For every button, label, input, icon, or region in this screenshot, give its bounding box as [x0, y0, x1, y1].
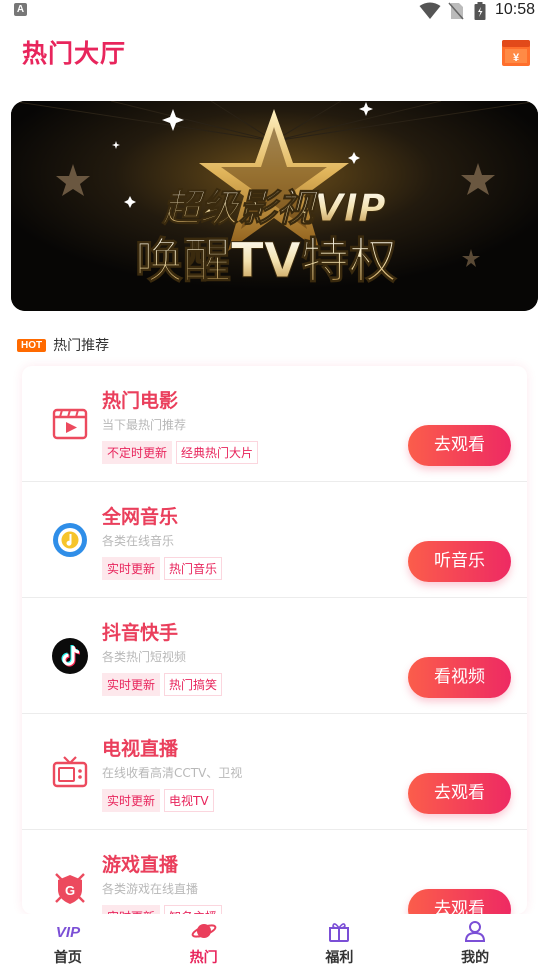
tag: 实时更新 — [102, 673, 161, 696]
tag: 热门搞笑 — [164, 673, 223, 696]
status-bar: A 10:58 — [0, 0, 543, 22]
wifi-icon — [419, 2, 441, 19]
music-icon — [53, 523, 87, 557]
tab-label: 我的 — [461, 950, 490, 966]
item-title: 电视直播 — [102, 738, 179, 760]
tab-label: 首页 — [53, 950, 82, 966]
tag: 不定时更新 — [102, 441, 173, 464]
item-title: 抖音快手 — [102, 622, 179, 644]
list-item[interactable]: 抖音快手 各类热门短视频 实时更新 热门搞笑 看视频 — [22, 598, 527, 714]
item-title: 热门电影 — [102, 390, 179, 412]
banner-line1: 超级影视VIP — [161, 186, 386, 230]
list-item[interactable]: 电视直播 在线收看高清CCTV、卫视 实时更新 电视TV 去观看 — [22, 714, 527, 830]
item-tags: 实时更新 热门音乐 — [102, 557, 226, 580]
list-item[interactable]: G 游戏直播 各类游戏在线直播 实时更新 知名主播 去观看 — [22, 830, 527, 914]
banner-line2: 唤醒TV特权 — [135, 233, 397, 289]
planet-icon — [191, 924, 216, 938]
tag: 热门音乐 — [164, 557, 223, 580]
game-icon: G — [55, 873, 85, 904]
watch-button[interactable]: 去观看 — [408, 773, 511, 814]
movie-icon — [52, 408, 88, 440]
tab-mine[interactable]: 我的 — [407, 914, 543, 968]
vip-icon: VIP — [56, 924, 81, 941]
tag: 实时更新 — [102, 789, 161, 812]
wallet-icon[interactable]: ¥ — [501, 38, 531, 68]
item-tags: 实时更新 热门搞笑 — [102, 673, 226, 696]
vip-banner[interactable]: 超级影视VIP 唤醒TV特权 — [11, 101, 538, 311]
item-description: 在线收看高清CCTV、卫视 — [102, 766, 243, 780]
feature-list: 热门电影 当下最热门推荐 不定时更新 经典热门大片 去观看 全网音乐 各类在线音… — [22, 366, 527, 914]
banner-image: 超级影视VIP 唤醒TV特权 — [11, 101, 538, 311]
tab-home[interactable]: VIP 首页 — [0, 914, 136, 968]
battery-icon — [474, 2, 486, 20]
item-description: 各类在线音乐 — [102, 534, 175, 548]
tab-label: 福利 — [325, 950, 354, 966]
no-sim-icon — [448, 2, 464, 20]
tiktok-icon — [52, 638, 88, 674]
notification-icon: A — [14, 3, 27, 16]
watch-button[interactable]: 去观看 — [408, 425, 511, 466]
list-item[interactable]: 热门电影 当下最热门推荐 不定时更新 经典热门大片 去观看 — [22, 366, 527, 482]
tag: 知名主播 — [164, 905, 223, 914]
tab-label: 热门 — [189, 950, 218, 966]
tag: 经典热门大片 — [176, 441, 259, 464]
app-header: 热门大厅 ¥ — [0, 22, 543, 84]
item-title: 全网音乐 — [102, 506, 179, 528]
item-title: 游戏直播 — [102, 854, 179, 876]
section-title: 热门推荐 — [53, 338, 110, 354]
tag: 实时更新 — [102, 557, 161, 580]
item-description: 当下最热门推荐 — [102, 418, 187, 432]
item-tags: 不定时更新 经典热门大片 — [102, 441, 262, 464]
item-tags: 实时更新 电视TV — [102, 789, 218, 812]
bottom-tab-bar: VIP 首页 热门 福利 我的 — [0, 914, 543, 968]
list-item[interactable]: 全网音乐 各类在线音乐 实时更新 热门音乐 听音乐 — [22, 482, 527, 598]
listen-button[interactable]: 听音乐 — [408, 541, 511, 582]
svg-text:G: G — [65, 883, 75, 898]
tv-icon — [52, 756, 88, 788]
gift-icon — [329, 923, 350, 942]
watch-button[interactable]: 去观看 — [408, 889, 511, 914]
tag: 实时更新 — [102, 905, 161, 914]
item-tags: 实时更新 知名主播 — [102, 905, 226, 914]
hot-badge: HOT — [17, 338, 47, 352]
page-title: 热门大厅 — [22, 39, 127, 68]
item-description: 各类热门短视频 — [102, 650, 187, 664]
user-icon — [465, 921, 486, 942]
status-time: 10:58 — [494, 1, 535, 18]
tag: 电视TV — [164, 789, 214, 812]
wallet-symbol: ¥ — [513, 52, 520, 64]
tab-hot[interactable]: 热门 — [136, 914, 272, 968]
watch-video-button[interactable]: 看视频 — [408, 657, 511, 698]
svg-text:VIP: VIP — [56, 924, 81, 941]
item-description: 各类游戏在线直播 — [102, 882, 199, 896]
section-heading: HOT 热门推荐 — [17, 336, 109, 354]
tab-welfare[interactable]: 福利 — [272, 914, 408, 968]
